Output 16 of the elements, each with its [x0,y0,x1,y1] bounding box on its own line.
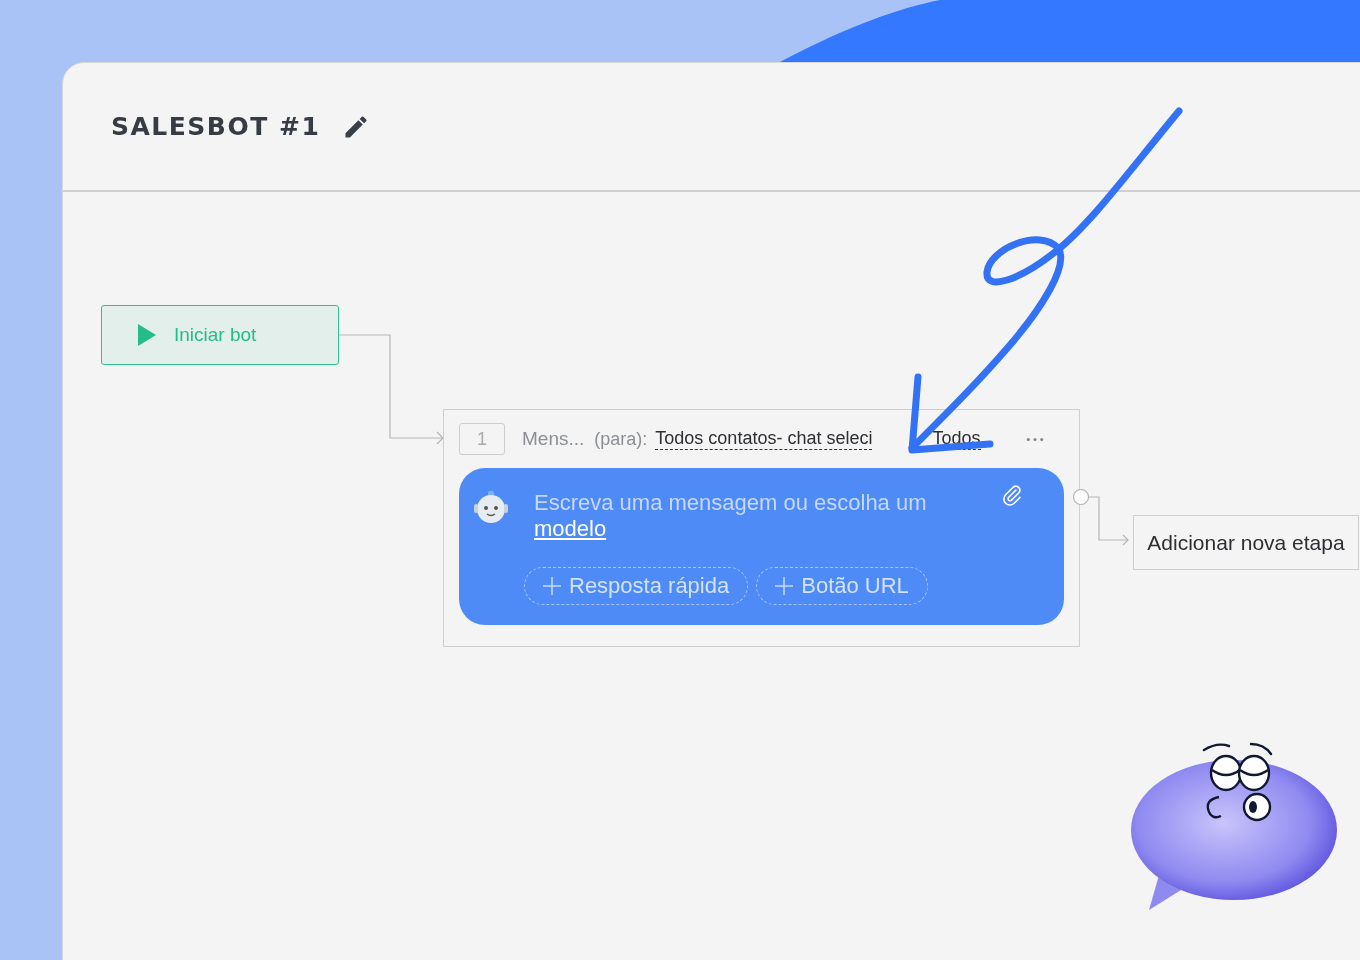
more-icon[interactable] [1026,436,1044,442]
bot-title: SALESBOT #1 [111,112,321,141]
message-input[interactable]: Escreva uma mensagem ou escolha um modelo [534,490,1000,542]
paperclip-icon[interactable] [1000,484,1024,508]
add-step-button[interactable]: Adicionar nova etapa [1133,515,1359,570]
plus-icon [543,577,561,595]
plus-icon [775,577,794,595]
recipient-label: (para): [594,428,648,450]
step-number: 1 [459,423,505,455]
play-icon [138,324,156,346]
template-link[interactable]: modelo [534,516,607,541]
step-name: Mens... [522,428,585,450]
robot-avatar-icon [473,490,509,526]
recipient-link[interactable]: Todos contatos- chat seleci [655,428,873,450]
start-node[interactable]: Iniciar bot [101,305,339,365]
start-label: Iniciar bot [174,324,257,346]
